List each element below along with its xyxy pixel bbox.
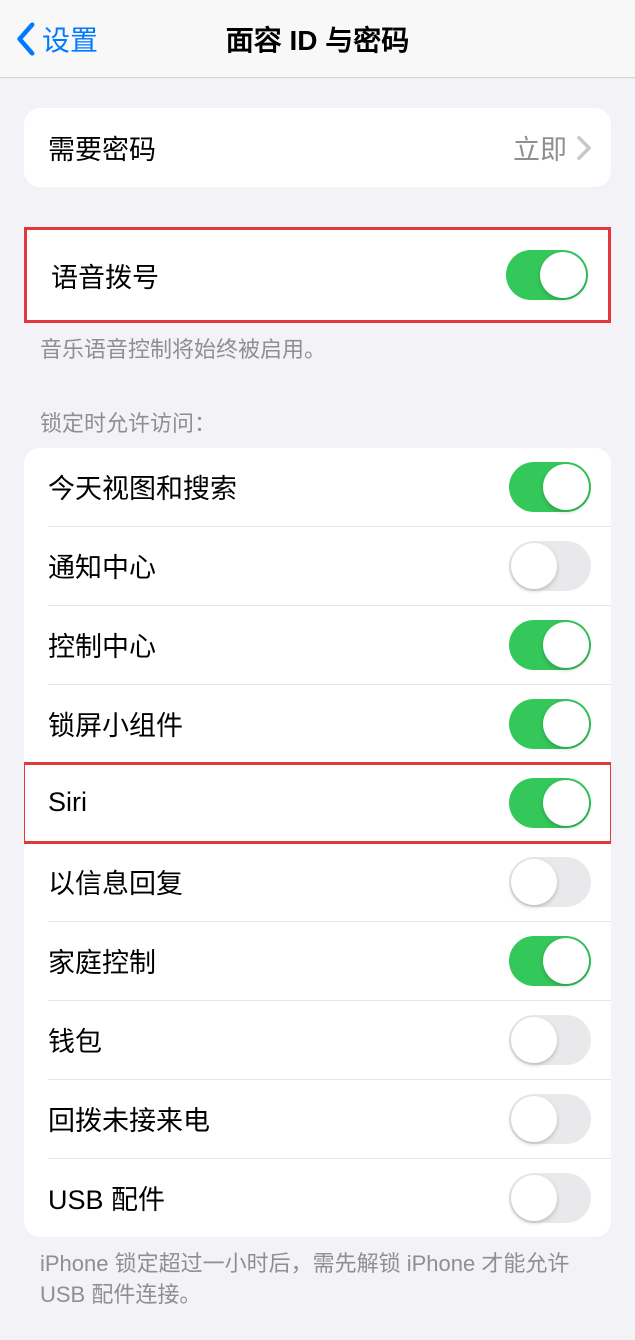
require-passcode-value: 立即 (513, 128, 567, 167)
lock-access-item-label: 以信息回复 (24, 862, 183, 901)
lock-access-row: USB 配件 (24, 1159, 611, 1237)
lock-access-item-label: 今天视图和搜索 (24, 467, 237, 506)
lock-access-toggle[interactable] (509, 1015, 591, 1065)
lock-access-item-label: 回拨未接来电 (24, 1099, 210, 1138)
require-passcode-row[interactable]: 需要密码 立即 (24, 108, 611, 187)
lock-access-group: 今天视图和搜索通知中心控制中心锁屏小组件 Siri 以信息回复家庭控制钱包回拨未接来… (24, 448, 611, 1237)
lock-access-header: 锁定时允许访问： (0, 366, 635, 448)
lock-access-row: Siri (24, 764, 611, 842)
voice-dial-label: 语音拨号 (51, 256, 159, 295)
chevron-left-icon (14, 21, 36, 57)
lock-access-item-label: 钱包 (24, 1020, 102, 1059)
navigation-bar: 设置 面容 ID 与密码 (0, 0, 635, 78)
lock-access-toggle[interactable] (509, 1173, 591, 1223)
lock-access-item-label: 家庭控制 (24, 941, 156, 980)
lock-access-item-label: 通知中心 (24, 546, 156, 585)
lock-access-toggle[interactable] (509, 541, 591, 591)
lock-access-row: 通知中心 (24, 527, 611, 605)
voice-dial-group: 语音拨号 (24, 227, 611, 323)
back-button[interactable]: 设置 (14, 19, 98, 59)
lock-access-row: 今天视图和搜索 (24, 448, 611, 526)
lock-access-row: 回拨未接来电 (24, 1080, 611, 1158)
lock-access-toggle[interactable] (509, 778, 591, 828)
lock-access-toggle[interactable] (509, 1094, 591, 1144)
lock-access-toggle[interactable] (509, 936, 591, 986)
require-passcode-group: 需要密码 立即 (24, 108, 611, 187)
voice-dial-row: 语音拨号 (27, 230, 608, 320)
lock-access-row: 钱包 (24, 1001, 611, 1079)
lock-access-item-label: USB 配件 (24, 1178, 165, 1217)
lock-access-item-label: Siri (24, 787, 87, 818)
lock-access-toggle[interactable] (509, 857, 591, 907)
back-label: 设置 (42, 19, 98, 59)
lock-access-item-label: 控制中心 (24, 625, 156, 664)
voice-dial-footer: 音乐语音控制将始终被启用。 (0, 323, 635, 366)
lock-access-row: 家庭控制 (24, 922, 611, 1000)
require-passcode-label: 需要密码 (48, 128, 156, 167)
lock-access-row: 控制中心 (24, 606, 611, 684)
lock-access-footer: iPhone 锁定超过一小时后，需先解锁 iPhone 才能允许USB 配件连接… (0, 1237, 635, 1311)
lock-access-toggle[interactable] (509, 462, 591, 512)
lock-access-row: 以信息回复 (24, 843, 611, 921)
lock-access-toggle[interactable] (509, 620, 591, 670)
chevron-right-icon (577, 136, 591, 160)
lock-access-item-label: 锁屏小组件 (24, 704, 183, 743)
lock-access-toggle[interactable] (509, 699, 591, 749)
lock-access-row: 锁屏小组件 (24, 685, 611, 763)
voice-dial-toggle[interactable] (506, 250, 588, 300)
